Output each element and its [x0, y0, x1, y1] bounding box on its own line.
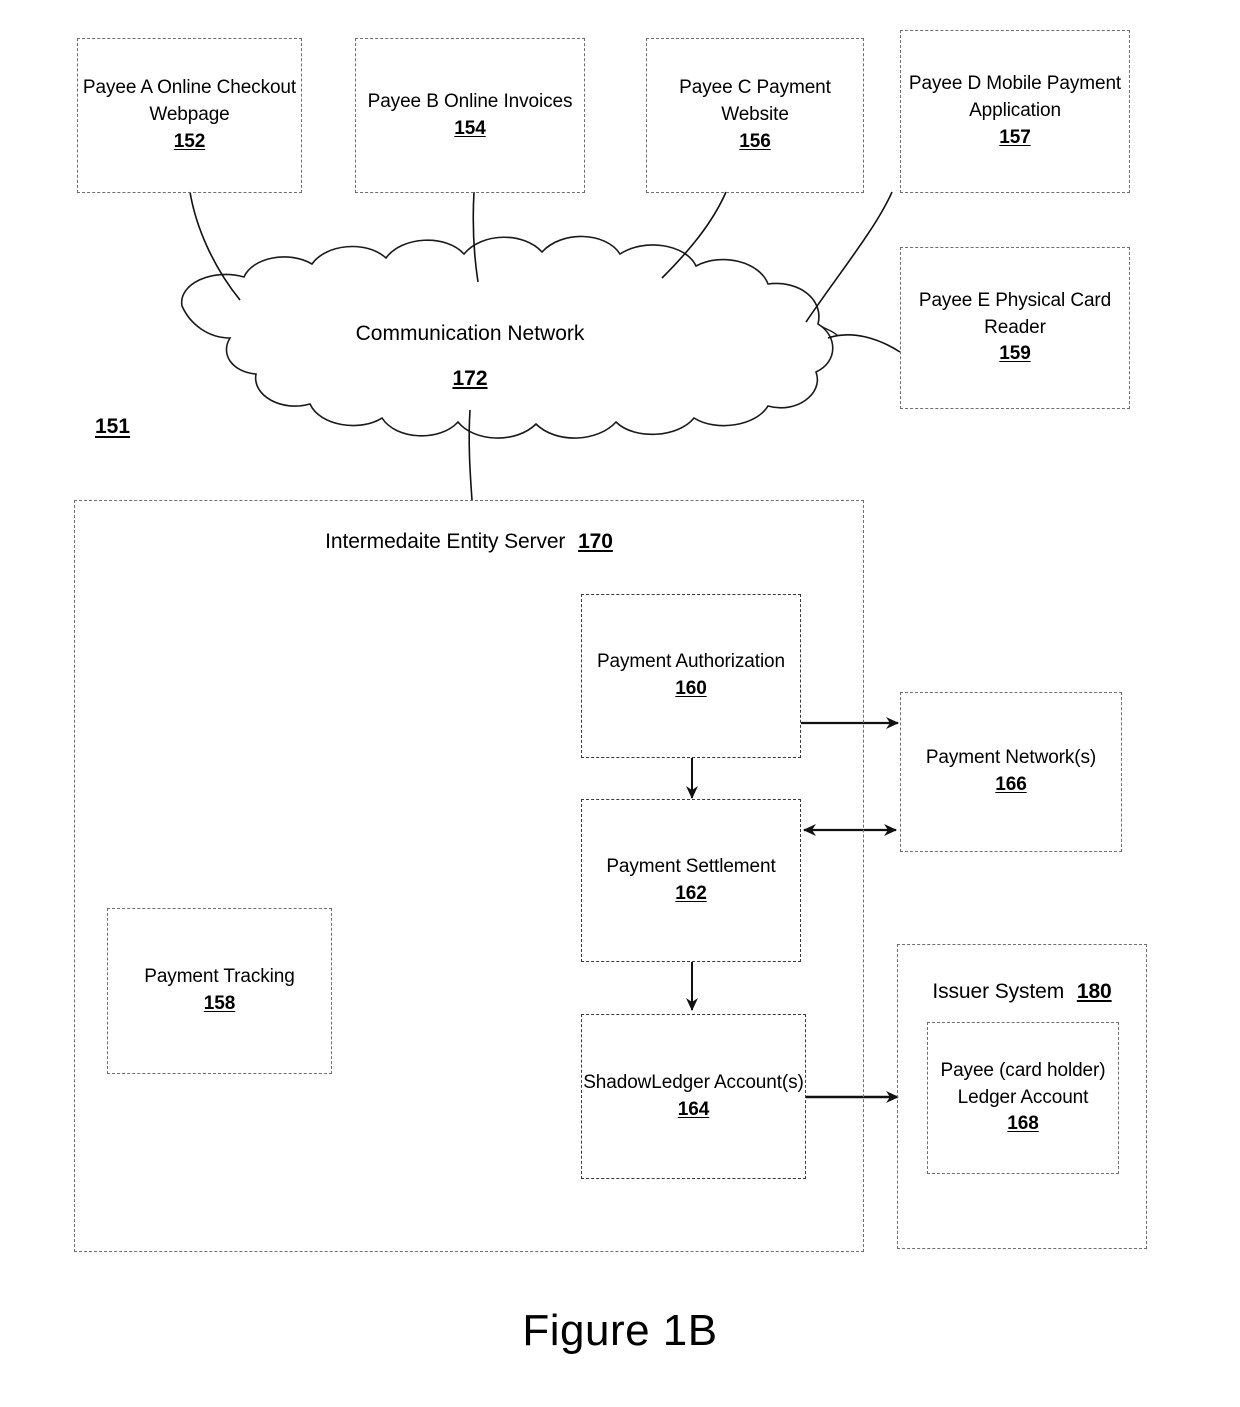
- communication-network-label-group: Communication Network 172: [300, 318, 640, 395]
- payee-a-label-line1: Payee A Online Checkout: [82, 77, 297, 99]
- payee-ledger-account-ref: 168: [1007, 1113, 1039, 1135]
- payment-authorization-label: Payment Authorization: [596, 651, 785, 673]
- payee-d-label-line1: Payee D Mobile Payment: [908, 73, 1122, 95]
- connector-network-to-server: [468, 409, 473, 501]
- shadow-ledger-accounts-ref: 164: [677, 1098, 710, 1120]
- shadow-ledger-accounts-box[interactable]: ShadowLedger Account(s) 164: [581, 1014, 806, 1179]
- issuer-system-title-row: Issuer System 180: [932, 977, 1111, 1007]
- payee-d-label-line2: Application: [969, 100, 1061, 122]
- intermediate-entity-server-title: Intermedaite Entity Server: [325, 530, 566, 553]
- payment-networks-box[interactable]: Payment Network(s) 166: [900, 692, 1122, 852]
- payee-b-label-line1: Payee B Online Invoices: [367, 90, 573, 112]
- connector-payee-d-to-network: [805, 191, 893, 323]
- payee-a-ref: 152: [173, 130, 206, 152]
- connector-payee-c-to-network: [661, 191, 727, 279]
- communication-network-label: Communication Network: [355, 322, 585, 345]
- payment-tracking-label: Payment Tracking: [144, 966, 295, 988]
- payment-networks-label: Payment Network(s): [925, 747, 1097, 769]
- payee-c-label-line1: Payee C Payment Website: [679, 77, 831, 126]
- payee-ledger-account-line1: Payee (card holder): [940, 1059, 1106, 1081]
- issuer-system-ref: 180: [1076, 980, 1112, 1003]
- connector-payee-e-to-network: [827, 334, 901, 353]
- payee-ledger-account-line2: Ledger Account: [957, 1086, 1089, 1108]
- payment-authorization-ref: 160: [675, 678, 707, 699]
- system-ref-151: 151: [95, 415, 131, 438]
- connector-payee-a-to-network: [189, 191, 241, 301]
- payee-e-label-line2: Reader: [984, 316, 1046, 338]
- payee-b-online-invoices-box[interactable]: Payee B Online Invoices 154: [355, 38, 585, 193]
- payee-d-mobile-payment-application-box[interactable]: Payee D Mobile Payment Application 157: [900, 30, 1130, 193]
- payee-e-ref: 159: [999, 343, 1031, 365]
- payee-b-ref: 154: [454, 117, 486, 139]
- payee-a-label-line2: Webpage: [149, 104, 230, 126]
- shadow-ledger-accounts-label: ShadowLedger Account(s): [583, 1071, 804, 1093]
- payee-ledger-account-box[interactable]: Payee (card holder) Ledger Account 168: [927, 1022, 1119, 1174]
- payee-c-ref: 156: [739, 130, 771, 152]
- payee-d-ref: 157: [999, 126, 1031, 148]
- payment-authorization-box[interactable]: Payment Authorization 160: [581, 594, 801, 758]
- intermediate-entity-server-title-row: Intermedaite Entity Server 170: [325, 527, 613, 557]
- payment-tracking-ref: 158: [203, 993, 236, 1014]
- figure-canvas: Payee A Online Checkout Webpage 152 Paye…: [0, 0, 1240, 1407]
- connector-payee-b-to-network: [472, 191, 479, 283]
- payee-a-online-checkout-webpage-box[interactable]: Payee A Online Checkout Webpage 152: [77, 38, 302, 193]
- intermediate-entity-server-ref: 170: [578, 530, 613, 553]
- payee-c-payment-website-box[interactable]: Payee C Payment Website 156: [646, 38, 864, 193]
- payment-settlement-label: Payment Settlement: [606, 855, 776, 877]
- communication-network-ref: 172: [452, 366, 488, 390]
- payment-settlement-ref: 162: [675, 882, 707, 904]
- payment-networks-ref: 166: [995, 774, 1027, 795]
- payee-e-physical-card-reader-box[interactable]: Payee E Physical Card Reader 159: [900, 247, 1130, 409]
- payment-tracking-box[interactable]: Payment Tracking 158: [107, 908, 332, 1074]
- payment-settlement-box[interactable]: Payment Settlement 162: [581, 799, 801, 962]
- payee-e-label-line1: Payee E Physical Card: [918, 289, 1112, 311]
- figure-caption: Figure 1B: [522, 1306, 718, 1355]
- issuer-system-title: Issuer System: [932, 980, 1065, 1003]
